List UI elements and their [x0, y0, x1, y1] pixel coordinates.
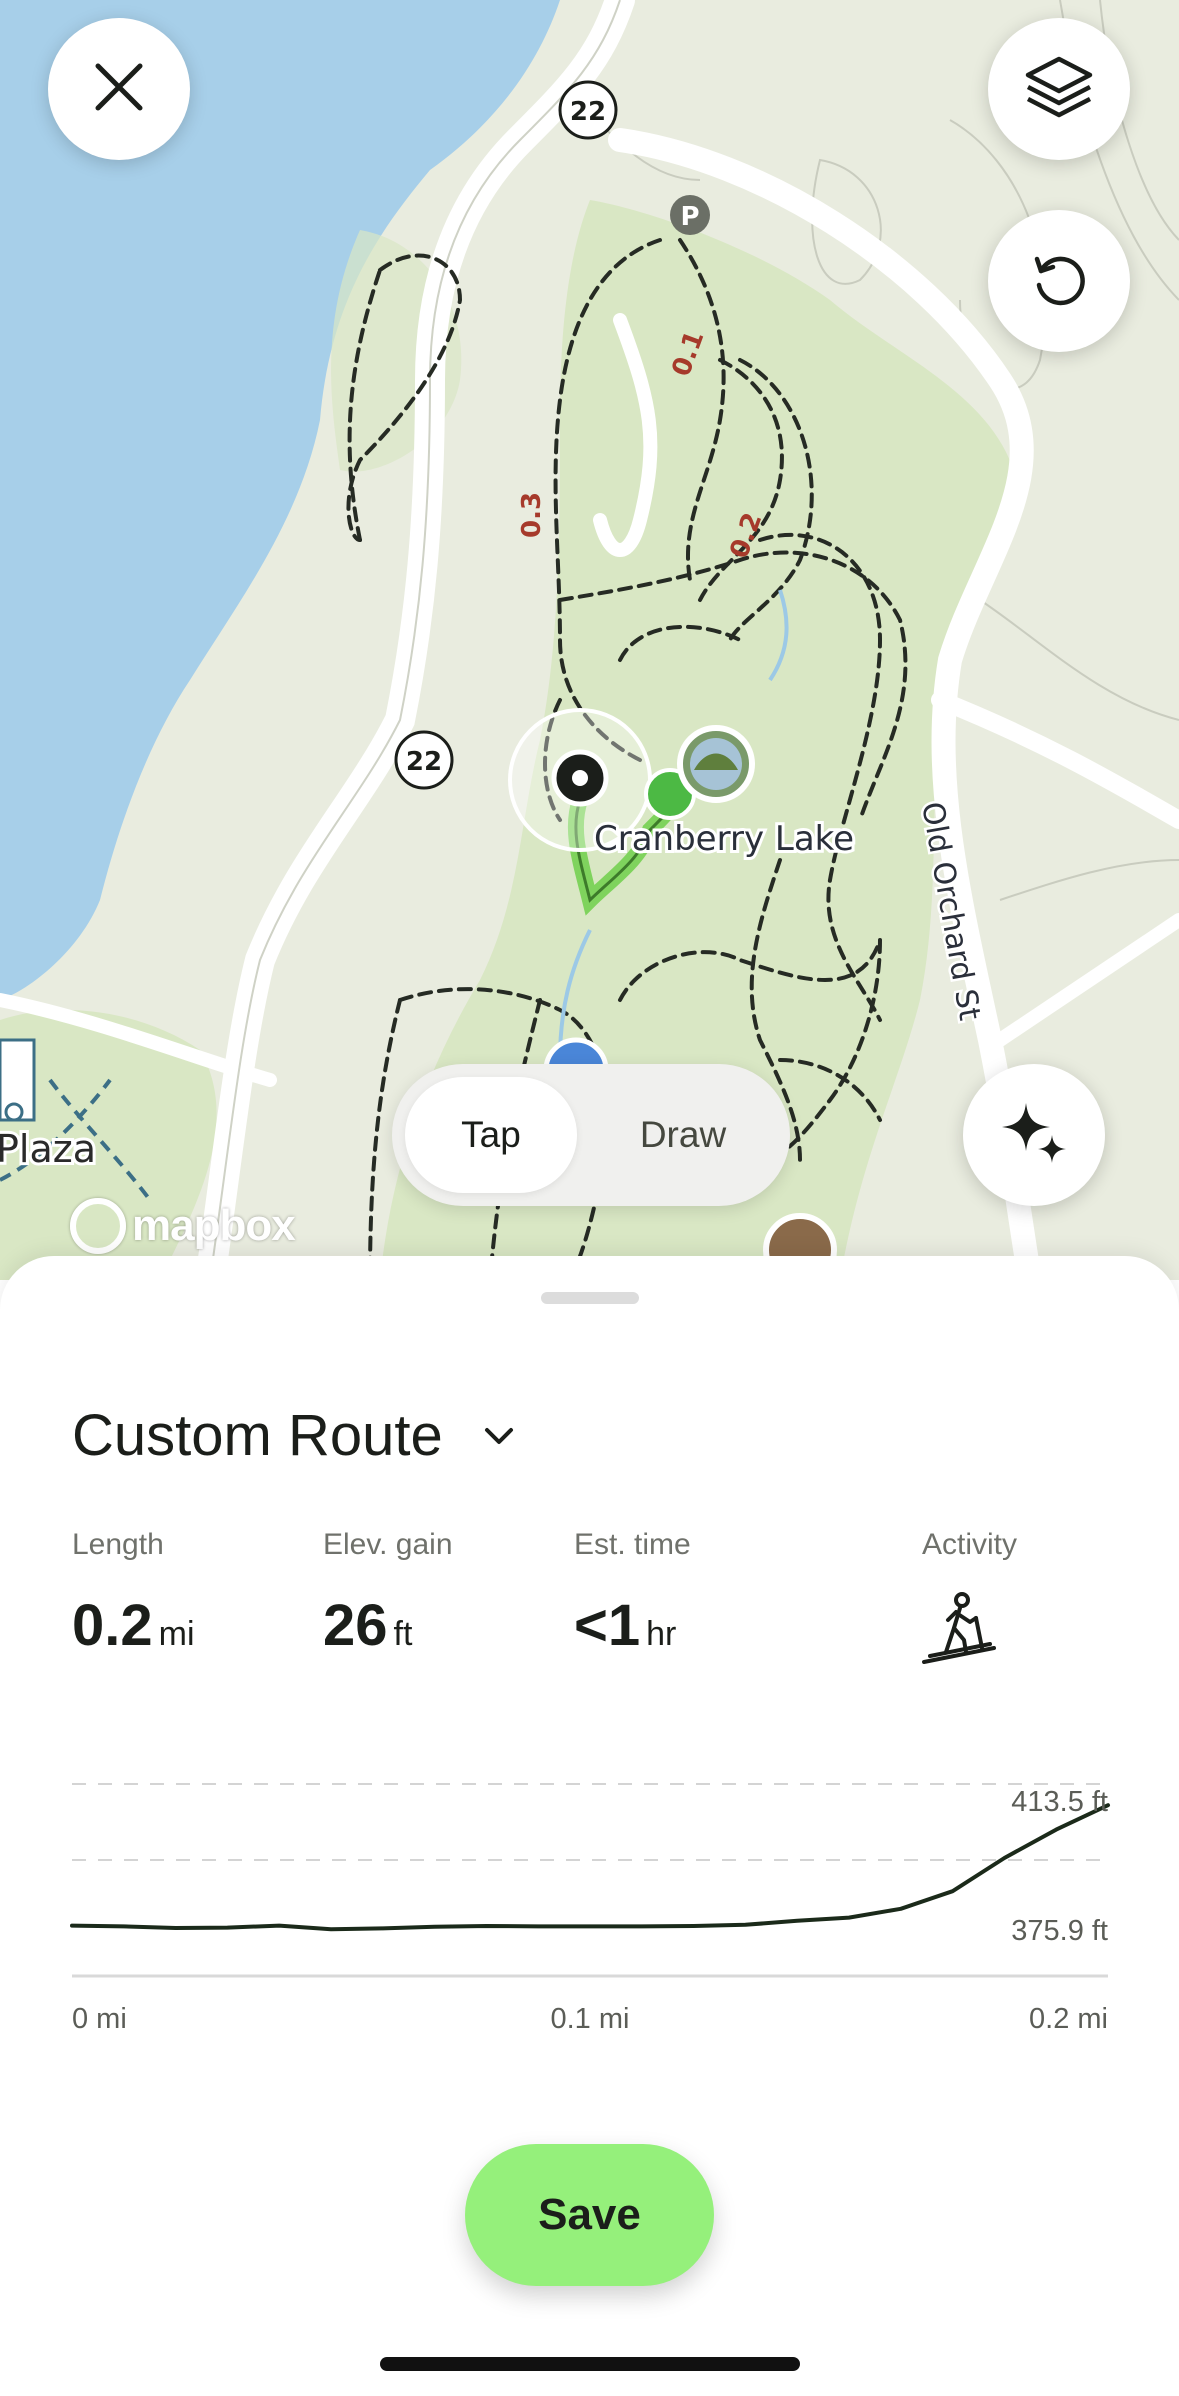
elevation-point — [536, 1924, 540, 1928]
undo-button[interactable] — [988, 210, 1130, 352]
hiking-icon[interactable] — [922, 1592, 1017, 1669]
map-view[interactable]: 0.1 0.2 0.3 P 22 22 Cranberry Lake Old O… — [0, 0, 1179, 1280]
svg-text:22: 22 — [570, 97, 606, 127]
lake-label: Cranberry Lake — [594, 819, 854, 859]
sheet-grabber[interactable] — [541, 1292, 639, 1304]
elevation-point — [795, 1919, 799, 1923]
route-title: Custom Route — [72, 1403, 443, 1468]
ai-route-button[interactable] — [963, 1064, 1105, 1206]
elevation-point — [692, 1924, 696, 1928]
chart-x-tick-label: 0.1 mi — [551, 2003, 630, 2035]
stat-est-time: Est. time <1 hr — [574, 1528, 691, 1659]
trail-marker-0.3: 0.3 — [517, 492, 547, 538]
save-button[interactable]: Save — [465, 2144, 714, 2286]
elevation-chart: 413.5 ft 375.9 ft 0 mi 0.1 mi 0.2 mi — [60, 1736, 1120, 2061]
stat-elevation-gain: Elev. gain 26 ft — [323, 1528, 453, 1659]
stat-length-unit: mi — [158, 1615, 195, 1653]
elevation-point — [381, 1926, 385, 1930]
draw-mode-segment[interactable]: Draw — [588, 1077, 778, 1193]
svg-text:22: 22 — [406, 747, 442, 777]
mapbox-logo-icon — [70, 1198, 126, 1254]
stat-time-unit: hr — [646, 1615, 677, 1653]
elevation-point — [1002, 1856, 1006, 1860]
elevation-point — [433, 1925, 437, 1929]
elevation-point — [484, 1924, 488, 1928]
chevron-down-icon[interactable] — [483, 1426, 515, 1446]
stat-time-value: <1 — [574, 1593, 641, 1658]
close-icon — [92, 60, 146, 119]
chart-min-label: 375.9 ft — [1011, 1915, 1108, 1947]
mapbox-label: mapbox — [132, 1201, 296, 1250]
elevation-point — [743, 1923, 747, 1927]
stat-elev-unit: ft — [393, 1615, 413, 1653]
stat-length-label: Length — [72, 1528, 164, 1561]
route-bottom-sheet: Custom Route Length 0.2 mi Elev. gain 26… — [0, 1256, 1179, 2396]
elevation-line — [70, 1803, 1110, 1932]
elevation-point — [588, 1924, 592, 1928]
elevation-point — [1054, 1828, 1058, 1832]
mapbox-attribution[interactable]: mapbox — [70, 1198, 296, 1254]
elevation-point — [277, 1924, 281, 1928]
chart-x-tick-label: 0 mi — [72, 2003, 127, 2035]
place-label: Plaza — [0, 1127, 96, 1171]
stat-activity[interactable]: Activity — [922, 1528, 1017, 1669]
undo-icon — [1029, 249, 1089, 314]
stat-length: Length 0.2 mi — [72, 1528, 195, 1659]
route-title-row[interactable]: Custom Route — [72, 1402, 515, 1469]
elevation-point — [951, 1889, 955, 1893]
home-indicator — [380, 2357, 800, 2371]
layers-icon — [1024, 55, 1094, 124]
stat-length-value: 0.2 — [72, 1593, 153, 1658]
sparkle-icon — [998, 1097, 1070, 1174]
elevation-point — [329, 1927, 333, 1931]
elevation-point — [174, 1926, 178, 1930]
stat-elev-label: Elev. gain — [323, 1528, 453, 1561]
elevation-point — [122, 1924, 126, 1928]
close-button[interactable] — [48, 18, 190, 160]
tap-mode-segment[interactable]: Tap — [405, 1077, 577, 1193]
elevation-point — [225, 1926, 229, 1930]
svg-text:P: P — [680, 202, 699, 232]
chart-max-label: 413.5 ft — [1011, 1786, 1108, 1818]
elevation-point — [70, 1924, 74, 1928]
elevation-point — [640, 1924, 644, 1928]
stat-activity-label: Activity — [922, 1528, 1018, 1561]
elevation-point — [847, 1916, 851, 1920]
stat-elev-value: 26 — [323, 1593, 388, 1658]
elevation-point — [899, 1907, 903, 1911]
chart-x-tick-label: 0.2 mi — [1029, 2003, 1108, 2035]
map-layers-button[interactable] — [988, 18, 1130, 160]
mode-toggle[interactable]: Tap Draw — [392, 1064, 790, 1206]
stat-time-label: Est. time — [574, 1528, 691, 1561]
